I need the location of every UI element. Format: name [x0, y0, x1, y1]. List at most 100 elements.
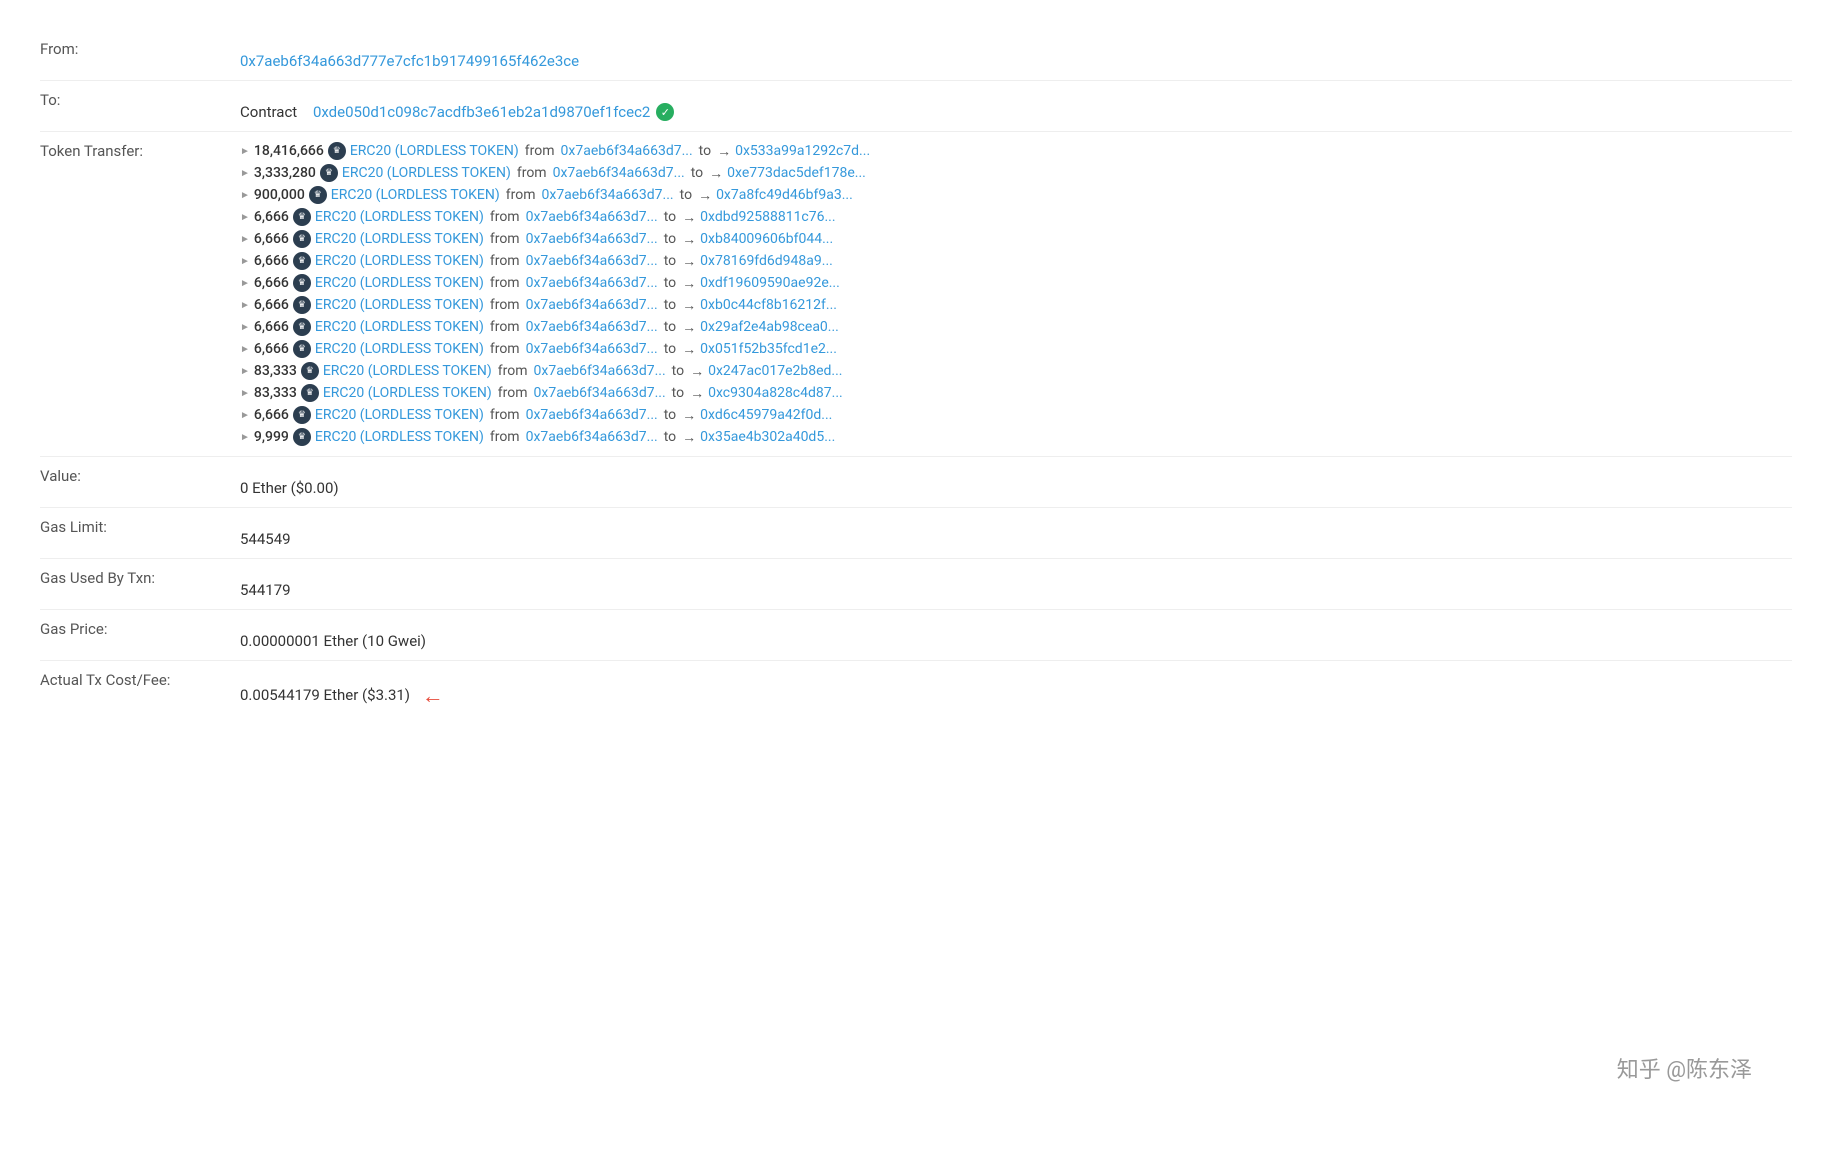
token-name-link[interactable]: ERC20 (LORDLESS TOKEN) — [315, 253, 484, 269]
token-name-link[interactable]: ERC20 (LORDLESS TOKEN) — [350, 143, 519, 159]
arrow-icon: → — [682, 341, 696, 358]
gas-used-label: Gas Used By Txn: — [40, 559, 240, 610]
token-name-link[interactable]: ERC20 (LORDLESS TOKEN) — [315, 209, 484, 225]
to-text: to — [664, 341, 676, 357]
token-name-link[interactable]: ERC20 (LORDLESS TOKEN) — [315, 275, 484, 291]
token-crown-icon: ♛ — [293, 230, 311, 248]
to-text: to — [664, 407, 676, 423]
token-name-link[interactable]: ERC20 (LORDLESS TOKEN) — [323, 385, 492, 401]
token-name-link[interactable]: ERC20 (LORDLESS TOKEN) — [323, 363, 492, 379]
token-to-address[interactable]: 0xdf19609590ae92e... — [700, 275, 840, 291]
token-transfer-item: ► 6,666 ♛ ERC20 (LORDLESS TOKEN) from 0x… — [240, 406, 1780, 424]
token-to-address[interactable]: 0xe773dac5def178e... — [727, 165, 866, 181]
token-to-address[interactable]: 0x7a8fc49d46bf9a3... — [716, 187, 853, 203]
token-to-address[interactable]: 0xdbd92588811c76... — [700, 209, 835, 225]
token-crown-icon: ♛ — [293, 406, 311, 424]
to-text: to — [691, 165, 703, 181]
from-text: from — [490, 209, 520, 225]
token-from-address[interactable]: 0x7aeb6f34a663d7... — [561, 143, 693, 159]
token-transfer-item: ► 9,999 ♛ ERC20 (LORDLESS TOKEN) from 0x… — [240, 428, 1780, 446]
token-to-address[interactable]: 0x35ae4b302a40d5... — [700, 429, 835, 445]
token-name-link[interactable]: ERC20 (LORDLESS TOKEN) — [315, 407, 484, 423]
token-name-link[interactable]: ERC20 (LORDLESS TOKEN) — [315, 341, 484, 357]
arrow-icon: → — [682, 429, 696, 446]
gas-limit-value: 544549 — [240, 508, 1792, 559]
to-text: to — [664, 429, 676, 445]
token-name-link[interactable]: ERC20 (LORDLESS TOKEN) — [315, 319, 484, 335]
triangle-icon: ► — [240, 300, 250, 311]
from-text: from — [525, 143, 555, 159]
token-name-link[interactable]: ERC20 (LORDLESS TOKEN) — [315, 297, 484, 313]
token-from-address[interactable]: 0x7aeb6f34a663d7... — [526, 275, 658, 291]
token-crown-icon: ♛ — [301, 362, 319, 380]
token-to-address[interactable]: 0xb84009606bf044... — [700, 231, 833, 247]
token-transfers-list: ► 18,416,666 ♛ ERC20 (LORDLESS TOKEN) fr… — [240, 132, 1792, 457]
token-amount: 18,416,666 — [254, 143, 324, 159]
token-to-address[interactable]: 0x78169fd6d948a9... — [700, 253, 833, 269]
arrow-icon: → — [717, 143, 731, 160]
from-address-link[interactable]: 0x7aeb6f34a663d777e7cfc1b917499165f462e3… — [240, 52, 579, 70]
token-transfer-item: ► 83,333 ♛ ERC20 (LORDLESS TOKEN) from 0… — [240, 362, 1780, 380]
from-text: from — [506, 187, 536, 203]
token-to-address[interactable]: 0x29af2e4ab98cea0... — [700, 319, 839, 335]
token-name-link[interactable]: ERC20 (LORDLESS TOKEN) — [331, 187, 500, 203]
from-text: from — [498, 385, 528, 401]
gas-price-value: 0.00000001 Ether (10 Gwei) — [240, 610, 1792, 661]
to-text: to — [664, 253, 676, 269]
token-to-address[interactable]: 0xc9304a828c4d87... — [708, 385, 843, 401]
token-crown-icon: ♛ — [293, 274, 311, 292]
fee-arrow-indicator: ← — [422, 683, 444, 709]
verified-icon: ✓ — [656, 103, 674, 121]
token-name-link[interactable]: ERC20 (LORDLESS TOKEN) — [315, 231, 484, 247]
from-row: From: 0x7aeb6f34a663d777e7cfc1b917499165… — [40, 30, 1792, 81]
token-from-address[interactable]: 0x7aeb6f34a663d7... — [542, 187, 674, 203]
token-to-address[interactable]: 0x533a99a1292c7d... — [735, 143, 870, 159]
token-amount: 6,666 — [254, 341, 289, 357]
from-text: from — [490, 429, 520, 445]
triangle-icon: ► — [240, 212, 250, 223]
token-amount: 900,000 — [254, 187, 305, 203]
token-transfer-item: ► 6,666 ♛ ERC20 (LORDLESS TOKEN) from 0x… — [240, 208, 1780, 226]
token-crown-icon: ♛ — [301, 384, 319, 402]
to-text: to — [664, 275, 676, 291]
watermark: 知乎 @陈东泽 — [1617, 1052, 1752, 1084]
token-amount: 6,666 — [254, 407, 289, 423]
token-from-address[interactable]: 0x7aeb6f34a663d7... — [526, 319, 658, 335]
triangle-icon: ► — [240, 388, 250, 399]
token-from-address[interactable]: 0x7aeb6f34a663d7... — [526, 231, 658, 247]
triangle-icon: ► — [240, 278, 250, 289]
token-to-address[interactable]: 0xd6c45979a42f0d... — [700, 407, 832, 423]
arrow-icon: → — [709, 165, 723, 182]
arrow-icon: → — [682, 275, 696, 292]
token-from-address[interactable]: 0x7aeb6f34a663d7... — [526, 297, 658, 313]
token-to-address[interactable]: 0x247ac017e2b8ed... — [708, 363, 842, 379]
token-from-address[interactable]: 0x7aeb6f34a663d7... — [526, 429, 658, 445]
value-label: Value: — [40, 457, 240, 508]
triangle-icon: ► — [240, 432, 250, 443]
token-to-address[interactable]: 0x051f52b35fcd1e2... — [700, 341, 837, 357]
triangle-icon: ► — [240, 366, 250, 377]
arrow-icon: → — [690, 385, 704, 402]
token-from-address[interactable]: 0x7aeb6f34a663d7... — [534, 385, 666, 401]
from-value: 0x7aeb6f34a663d777e7cfc1b917499165f462e3… — [240, 30, 1792, 81]
transaction-details-table: From: 0x7aeb6f34a663d777e7cfc1b917499165… — [40, 30, 1792, 719]
contract-prefix: Contract — [240, 103, 297, 121]
token-from-address[interactable]: 0x7aeb6f34a663d7... — [526, 253, 658, 269]
triangle-icon: ► — [240, 146, 250, 157]
token-transfer-item: ► 900,000 ♛ ERC20 (LORDLESS TOKEN) from … — [240, 186, 1780, 204]
token-name-link[interactable]: ERC20 (LORDLESS TOKEN) — [342, 165, 511, 181]
token-transfer-row: Token Transfer: ► 18,416,666 ♛ ERC20 (LO… — [40, 132, 1792, 457]
token-from-address[interactable]: 0x7aeb6f34a663d7... — [526, 341, 658, 357]
token-transfer-item: ► 6,666 ♛ ERC20 (LORDLESS TOKEN) from 0x… — [240, 318, 1780, 336]
triangle-icon: ► — [240, 190, 250, 201]
to-address-link[interactable]: 0xde050d1c098c7acdfb3e61eb2a1d9870ef1fce… — [313, 103, 650, 121]
from-text: from — [490, 407, 520, 423]
token-name-link[interactable]: ERC20 (LORDLESS TOKEN) — [315, 429, 484, 445]
token-from-address[interactable]: 0x7aeb6f34a663d7... — [553, 165, 685, 181]
token-crown-icon: ♛ — [293, 428, 311, 446]
token-from-address[interactable]: 0x7aeb6f34a663d7... — [526, 407, 658, 423]
token-to-address[interactable]: 0xb0c44cf8b16212f... — [700, 297, 837, 313]
token-from-address[interactable]: 0x7aeb6f34a663d7... — [534, 363, 666, 379]
token-from-address[interactable]: 0x7aeb6f34a663d7... — [526, 209, 658, 225]
value-row: Value: 0 Ether ($0.00) — [40, 457, 1792, 508]
